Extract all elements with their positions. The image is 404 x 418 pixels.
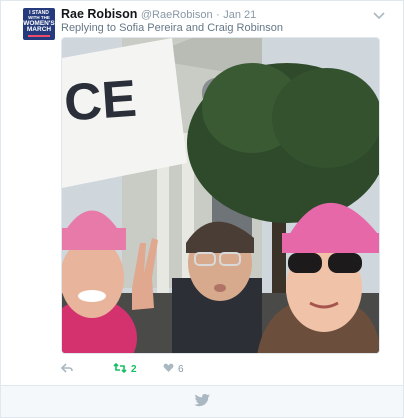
tweet-header: Rae Robison @RaeRobison · Jan 21 [61, 7, 256, 21]
like-button[interactable]: 6 [163, 361, 184, 377]
header-separator: · [216, 9, 220, 21]
reply-prefix: Replying to [61, 22, 117, 34]
card-footer [1, 385, 403, 417]
author-handle[interactable]: @RaeRobison [141, 9, 213, 21]
tweet-actions: 2 6 [60, 360, 381, 378]
twitter-bird-icon[interactable] [194, 394, 210, 412]
avatar-text-4: MARCH [26, 26, 52, 34]
avatar[interactable]: I STAND WITH THE WOMEN'S MARCH [23, 8, 55, 40]
like-count: 6 [178, 363, 184, 375]
heart-icon [163, 360, 174, 378]
avatar-stripe [28, 34, 50, 37]
chevron-down-icon[interactable] [372, 8, 386, 20]
reply-and: and [185, 22, 205, 34]
retweet-count: 2 [131, 363, 137, 375]
sign-text: CE [62, 70, 138, 133]
author-name[interactable]: Rae Robison [61, 7, 137, 21]
reply-button[interactable] [60, 360, 73, 378]
reply-icon [60, 360, 73, 378]
reply-user-1[interactable]: Sofia Pereira [119, 22, 183, 34]
reply-context: Replying to Sofia Pereira and Craig Robi… [61, 22, 283, 34]
retweet-icon [113, 360, 127, 378]
retweet-button[interactable]: 2 [113, 361, 137, 377]
reply-user-2[interactable]: Craig Robinson [207, 22, 283, 34]
tweet-photo[interactable]: CE [61, 37, 380, 354]
tweet-date[interactable]: Jan 21 [223, 9, 256, 21]
tweet-card: I STAND WITH THE WOMEN'S MARCH Rae Robis… [0, 0, 404, 418]
